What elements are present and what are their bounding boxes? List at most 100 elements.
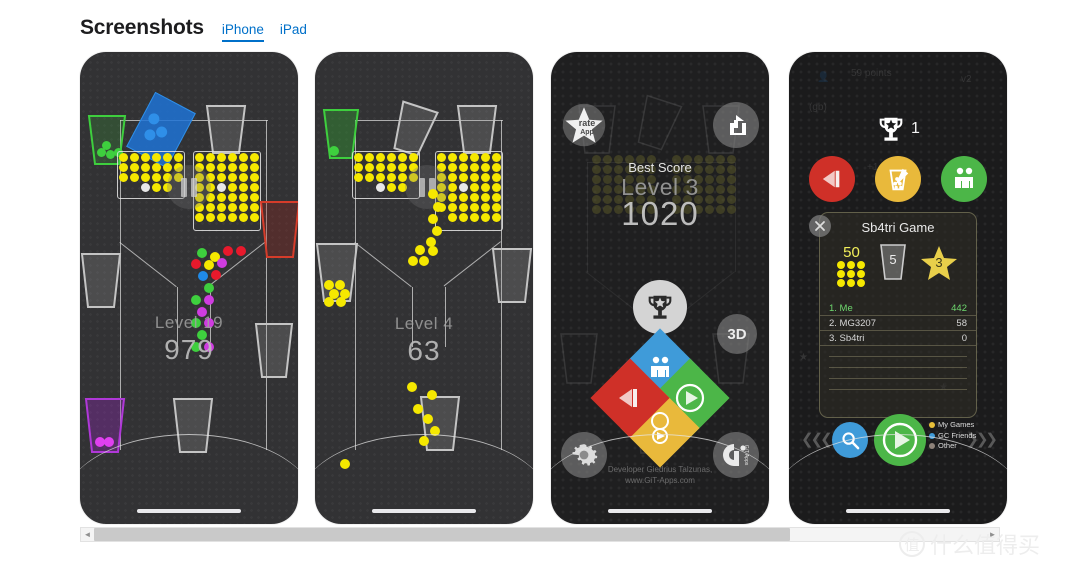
game-ball [217, 258, 227, 268]
tab-ipad[interactable]: iPad [280, 22, 307, 40]
cup-stat-value: 5 [889, 252, 897, 267]
ball-grid-icon [837, 261, 866, 287]
pause-icon[interactable] [405, 165, 449, 209]
game-ball [336, 297, 346, 307]
grey-cup-top-right[interactable] [456, 104, 498, 156]
grey-cup-top[interactable] [205, 104, 247, 156]
list-item [829, 379, 967, 390]
share-icon [730, 115, 746, 135]
best-score-block: Best Score Level 3 1020 [551, 160, 769, 233]
balls-stat: 50 [837, 244, 866, 287]
list-item [829, 357, 967, 368]
trophy-icon [648, 295, 672, 319]
ghost-rail [682, 271, 735, 313]
game-ball [428, 189, 438, 199]
green-ball [329, 146, 339, 156]
watermark-mark: 值 [898, 531, 925, 557]
home-indicator [372, 509, 476, 513]
game-ball [407, 382, 417, 392]
star-stat-value: 3 [935, 255, 943, 270]
game-ball [428, 246, 438, 256]
green-ball [102, 141, 111, 150]
leaderboard-list: 1. Me 442 2. MG3207 58 3. Sb4tri 0 [820, 301, 976, 390]
table-row[interactable]: 1. Me 442 [820, 301, 976, 316]
grey-cup-right[interactable] [491, 247, 533, 305]
trophy-count-row: 1 [789, 114, 1007, 144]
tab-iphone[interactable]: iPhone [221, 22, 264, 42]
game-panel: Sb4tri Game 50 5 3 1. Me 442 2. MG3207 5… [819, 212, 977, 418]
legend-item: My Games [929, 420, 976, 431]
back-button[interactable] [809, 156, 855, 202]
red-cup[interactable] [259, 200, 298, 260]
game-ball [204, 260, 214, 270]
trophy-count: 1 [911, 120, 920, 137]
nav-prev-button[interactable]: ❮❮❮ [801, 430, 833, 448]
ghost-cup [559, 332, 599, 386]
game-ball [191, 295, 201, 305]
rail-right-vert [266, 120, 267, 450]
page-root: Screenshots iPhone iPad Level 19 979 Lev… [0, 0, 1080, 567]
cup-pencil-icon [889, 168, 909, 191]
star-stat: 3 [920, 244, 958, 287]
game-ball [236, 246, 246, 256]
rate-app-line1: rate [578, 118, 596, 128]
game-ball [211, 270, 221, 280]
two-people-icon [647, 355, 673, 381]
game-ball [428, 214, 438, 224]
friends-button[interactable] [941, 156, 987, 202]
panel-title: Sb4tri Game [861, 220, 935, 235]
lb-rank: 2. MG3207 [829, 317, 876, 329]
panel-stats: 50 5 3 [837, 243, 958, 288]
ghost-cup [630, 93, 684, 155]
list-item [829, 368, 967, 379]
lb-rank: 3. Sb4tri [829, 332, 865, 344]
back-arrow-icon [616, 386, 644, 410]
grey-cup-left[interactable] [80, 252, 122, 310]
screenshot-gameplay-level-4[interactable]: Level 4 63 [315, 52, 533, 524]
table-row[interactable]: 2. MG3207 58 [820, 316, 976, 331]
list-item [829, 346, 967, 357]
screenshot-carousel[interactable]: Level 19 979 Level 4 63 rate App Best Sc… [80, 52, 1007, 524]
mode-3d-label: 3D [727, 325, 747, 343]
leaderboard-button[interactable] [633, 280, 687, 334]
scrollbar-thumb[interactable] [94, 528, 790, 541]
best-score-label: Best Score [628, 160, 692, 175]
pause-icon[interactable] [167, 165, 211, 209]
close-panel-button[interactable] [809, 215, 831, 237]
lb-rank: 1. Me [829, 302, 853, 314]
lb-score: 442 [951, 302, 967, 314]
game-ball [198, 271, 208, 281]
score-value: 979 [164, 334, 214, 365]
game-ball [324, 297, 334, 307]
level-label: Level 4 [394, 314, 454, 333]
game-ball [204, 283, 214, 293]
screenshot-main-menu[interactable]: rate App Best Score Level 3 1020 3D GiT … [551, 52, 769, 524]
level-label: Level 19 [154, 313, 224, 332]
game-ball [427, 390, 437, 400]
game-ball [419, 256, 429, 266]
game-ball [413, 404, 423, 414]
purple-ball [104, 437, 114, 447]
edit-score-button[interactable] [875, 156, 921, 202]
mode-3d-button[interactable]: 3D [717, 314, 757, 354]
legend-swatch-my-games [929, 422, 935, 429]
rate-app-button[interactable]: rate App [561, 102, 607, 148]
horizontal-scrollbar[interactable]: ◄ ► [80, 527, 1000, 542]
screenshot-gameplay-level-19[interactable]: Level 19 979 [80, 52, 298, 524]
game-ball [408, 256, 418, 266]
score-value: 63 [407, 335, 441, 366]
back-arrow-icon [822, 170, 840, 188]
best-score-value: 1020 [621, 195, 699, 232]
scroll-left-arrow[interactable]: ◄ [81, 530, 94, 539]
game-ball [433, 202, 443, 212]
share-button[interactable] [713, 102, 759, 148]
legend-label: My Games [938, 420, 975, 429]
screenshot-leaderboard[interactable]: 59 points 👤 (gb) v2 +1 ★ ★ [789, 52, 1007, 524]
rate-app-line2: App [580, 129, 594, 136]
table-row[interactable]: 3. Sb4tri 0 [820, 331, 976, 346]
scrollbar-track[interactable] [94, 528, 986, 541]
device-tabs: iPhone iPad [221, 22, 307, 42]
home-indicator [137, 509, 241, 513]
ghost-rail [586, 272, 640, 314]
close-icon [815, 221, 825, 231]
